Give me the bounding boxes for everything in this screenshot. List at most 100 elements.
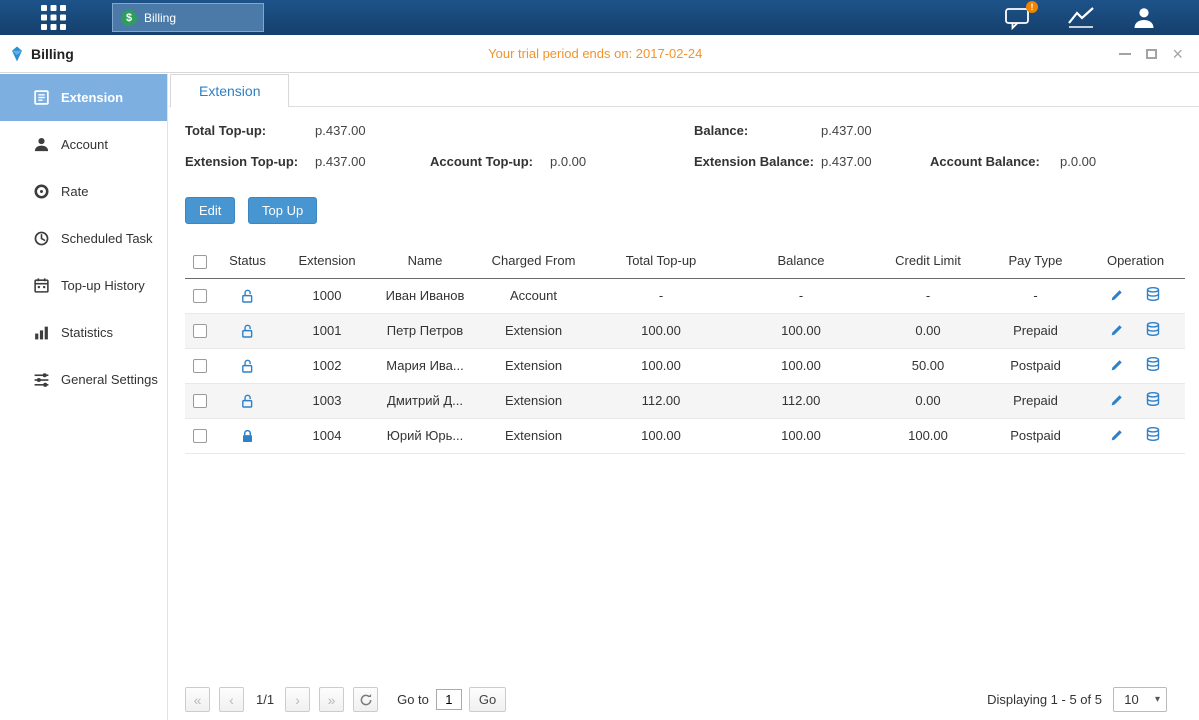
calendar-icon bbox=[33, 277, 50, 294]
sidebar-item-extension[interactable]: Extension bbox=[0, 74, 167, 121]
close-button[interactable]: × bbox=[1172, 45, 1183, 63]
sidebar-item-label: General Settings bbox=[61, 372, 158, 387]
sidebar-item-label: Top-up History bbox=[61, 278, 145, 293]
account-topup-label: Account Top-up: bbox=[430, 154, 550, 169]
clock-icon bbox=[33, 230, 50, 247]
go-button[interactable]: Go bbox=[469, 687, 506, 712]
cell-charged-from: Extension bbox=[476, 313, 591, 348]
cell-credit-limit: 100.00 bbox=[871, 418, 985, 453]
action-buttons: Edit Top Up bbox=[185, 197, 1199, 224]
maximize-button[interactable] bbox=[1146, 49, 1157, 59]
refresh-button[interactable] bbox=[353, 687, 378, 712]
sidebar-item-scheduled-task[interactable]: Scheduled Task bbox=[0, 215, 167, 262]
cell-pay-type: Prepaid bbox=[985, 383, 1086, 418]
cell-balance: 112.00 bbox=[731, 383, 871, 418]
notification-badge: ! bbox=[1026, 1, 1038, 13]
prev-page-button[interactable]: ‹ bbox=[219, 687, 244, 712]
edit-icon[interactable] bbox=[1110, 357, 1125, 372]
sidebar-item-statistics[interactable]: Statistics bbox=[0, 309, 167, 356]
displaying-text: Displaying 1 - 5 of 5 bbox=[987, 692, 1102, 707]
topup-icon[interactable] bbox=[1145, 356, 1161, 372]
taskbar-item-billing[interactable]: $ Billing bbox=[112, 3, 264, 32]
total-topup-value: p.437.00 bbox=[315, 123, 430, 138]
page-size-select[interactable]: 10 ▾ bbox=[1113, 687, 1167, 712]
total-topup-label: Total Top-up: bbox=[185, 123, 315, 138]
pagination-bar: « ‹ 1/1 › » Go to Go Displaying 1 - 5 of… bbox=[185, 687, 1167, 712]
row-checkbox[interactable] bbox=[193, 324, 207, 338]
cell-name: Иван Иванов bbox=[374, 278, 476, 313]
balance-value: p.437.00 bbox=[821, 123, 930, 138]
first-page-button[interactable]: « bbox=[185, 687, 210, 712]
extensions-table: Status Extension Name Charged From Total… bbox=[185, 244, 1185, 454]
extension-balance-label: Extension Balance: bbox=[694, 154, 821, 169]
bar-chart-icon bbox=[33, 324, 50, 341]
next-page-button[interactable]: › bbox=[285, 687, 310, 712]
sidebar-item-rate[interactable]: Rate bbox=[0, 168, 167, 215]
minimize-button[interactable] bbox=[1119, 53, 1131, 55]
topup-icon[interactable] bbox=[1145, 286, 1161, 302]
cell-name: Петр Петров bbox=[374, 313, 476, 348]
cell-extension: 1003 bbox=[280, 383, 374, 418]
cell-pay-type: Postpaid bbox=[985, 348, 1086, 383]
topup-icon[interactable] bbox=[1145, 391, 1161, 407]
column-header-name: Name bbox=[374, 244, 476, 278]
user-account-icon[interactable] bbox=[1131, 6, 1157, 30]
row-checkbox[interactable] bbox=[193, 394, 207, 408]
table-row: 1003 Дмитрий Д... Extension 112.00 112.0… bbox=[185, 383, 1185, 418]
taskbar-item-label: Billing bbox=[144, 11, 176, 25]
window-titlebar: Billing Your trial period ends on: 2017-… bbox=[0, 35, 1199, 73]
messages-icon[interactable]: ! bbox=[1004, 6, 1031, 30]
top-up-button[interactable]: Top Up bbox=[248, 197, 317, 224]
cell-balance: - bbox=[731, 278, 871, 313]
edit-button[interactable]: Edit bbox=[185, 197, 235, 224]
page-size-value: 10 bbox=[1114, 692, 1149, 707]
row-checkbox[interactable] bbox=[193, 289, 207, 303]
cell-total-topup: 112.00 bbox=[591, 383, 731, 418]
cell-extension: 1004 bbox=[280, 418, 374, 453]
goto-label: Go to bbox=[397, 692, 429, 707]
sliders-icon bbox=[33, 371, 50, 388]
goto-page-input[interactable] bbox=[436, 689, 462, 710]
sidebar-item-label: Account bbox=[61, 137, 108, 152]
row-checkbox[interactable] bbox=[193, 359, 207, 373]
column-header-charged-from: Charged From bbox=[476, 244, 591, 278]
cell-total-topup: - bbox=[591, 278, 731, 313]
sidebar-item-label: Extension bbox=[61, 90, 123, 105]
billing-app-icon bbox=[9, 46, 25, 62]
cell-total-topup: 100.00 bbox=[591, 418, 731, 453]
extension-topup-label: Extension Top-up: bbox=[185, 154, 315, 169]
sidebar-item-general-settings[interactable]: General Settings bbox=[0, 356, 167, 403]
balance-label: Balance: bbox=[694, 123, 821, 138]
balance-summary: Total Top-up: p.437.00 Balance: p.437.00… bbox=[185, 115, 1199, 177]
row-checkbox[interactable] bbox=[193, 429, 207, 443]
trial-notice: Your trial period ends on: 2017-02-24 bbox=[488, 46, 702, 61]
last-page-button[interactable]: » bbox=[319, 687, 344, 712]
cell-name: Юрий Юрь... bbox=[374, 418, 476, 453]
table-row: 1004 Юрий Юрь... Extension 100.00 100.00… bbox=[185, 418, 1185, 453]
stats-chart-icon[interactable] bbox=[1067, 6, 1095, 29]
sidebar: Extension Account Rate Scheduled Task bbox=[0, 74, 168, 720]
cell-extension: 1001 bbox=[280, 313, 374, 348]
edit-icon[interactable] bbox=[1110, 427, 1125, 442]
sidebar-item-topup-history[interactable]: Top-up History bbox=[0, 262, 167, 309]
column-header-operation: Operation bbox=[1086, 244, 1185, 278]
tab-bar: Extension bbox=[169, 74, 1199, 107]
cell-charged-from: Extension bbox=[476, 383, 591, 418]
cell-extension: 1000 bbox=[280, 278, 374, 313]
select-all-checkbox[interactable] bbox=[193, 255, 207, 269]
status-lock-icon bbox=[240, 392, 255, 407]
cell-extension: 1002 bbox=[280, 348, 374, 383]
cell-credit-limit: 0.00 bbox=[871, 313, 985, 348]
tab-extension[interactable]: Extension bbox=[170, 74, 289, 107]
sidebar-item-label: Statistics bbox=[61, 325, 113, 340]
apps-grid-icon[interactable] bbox=[38, 5, 68, 31]
edit-icon[interactable] bbox=[1110, 392, 1125, 407]
page-title: Billing bbox=[31, 46, 74, 62]
account-topup-value: p.0.00 bbox=[550, 154, 694, 169]
edit-icon[interactable] bbox=[1110, 287, 1125, 302]
extension-balance-value: p.437.00 bbox=[821, 154, 930, 169]
sidebar-item-account[interactable]: Account bbox=[0, 121, 167, 168]
topup-icon[interactable] bbox=[1145, 426, 1161, 442]
topup-icon[interactable] bbox=[1145, 321, 1161, 337]
edit-icon[interactable] bbox=[1110, 322, 1125, 337]
